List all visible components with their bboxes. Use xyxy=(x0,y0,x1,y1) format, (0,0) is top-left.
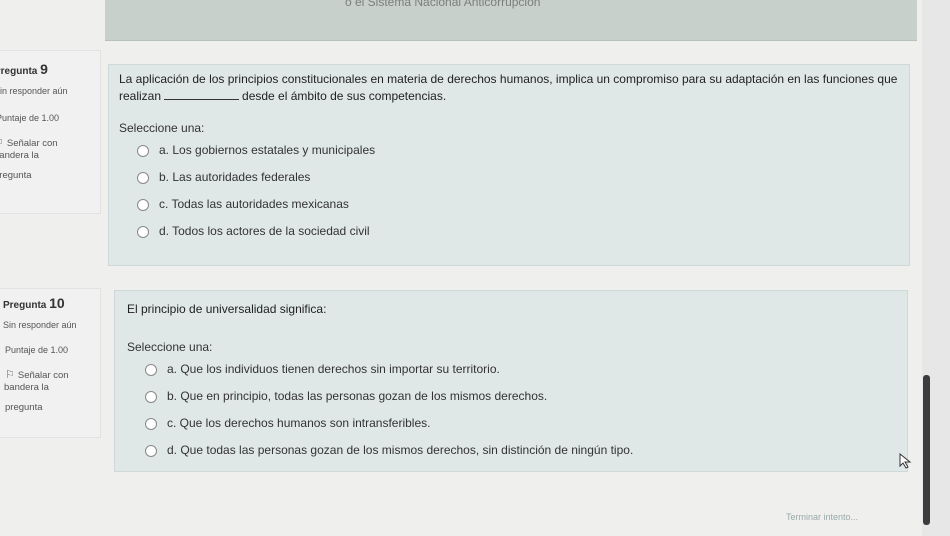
question-score: Puntaje de 1.00 xyxy=(0,112,60,123)
radio-button[interactable] xyxy=(137,145,149,158)
select-label: Seleccione una: xyxy=(127,340,213,355)
option-b[interactable]: b. Que en principio, todas las personas … xyxy=(145,383,895,410)
flag-question-link[interactable]: ⚐Señalar con bandera la pregunta xyxy=(0,136,100,183)
option-a[interactable]: a. Los gobiernos estatales y municipales xyxy=(137,137,899,164)
option-d[interactable]: d. Todos los actores de la sociedad civi… xyxy=(137,218,899,245)
radio-button[interactable] xyxy=(137,226,149,239)
question-text: El principio de universalidad significa: xyxy=(127,302,327,316)
radio-button[interactable] xyxy=(137,199,149,212)
radio-button[interactable] xyxy=(137,172,149,185)
question-10-info: Pregunta 10 Sin responder aún Puntaje de… xyxy=(0,288,101,438)
option-b[interactable]: b. Las autoridades federales xyxy=(137,164,899,191)
option-a[interactable]: a. Que los individuos tienen derechos si… xyxy=(145,356,895,383)
option-d[interactable]: d. Que todas las personas gozan de los m… xyxy=(145,437,895,464)
question-10-card: El principio de universalidad significa:… xyxy=(114,290,908,472)
question-label: Pregunta xyxy=(3,300,47,311)
option-c[interactable]: c. Que los derechos humanos son intransf… xyxy=(145,410,895,437)
question-9-info: Pregunta 9 Sin responder aún Puntaje de … xyxy=(0,50,101,214)
flag-question-link[interactable]: ⚐Señalar con bandera la pregunta xyxy=(4,368,100,415)
radio-button[interactable] xyxy=(145,445,157,458)
option-c[interactable]: c. Todas las autoridades mexicanas xyxy=(137,191,899,218)
flag-icon: ⚐ xyxy=(5,368,15,381)
question-label: Pregunta xyxy=(0,66,38,77)
previous-question-strip: o el Sistema Nacional Anticorrupción xyxy=(105,0,917,41)
radio-button[interactable] xyxy=(145,391,157,404)
finish-attempt-link[interactable]: Terminar intento... xyxy=(786,512,858,522)
question-status: Sin responder aún xyxy=(0,86,68,96)
question-number: 9 xyxy=(40,61,48,77)
question-status: Sin responder aún xyxy=(3,320,77,330)
select-label: Seleccione una: xyxy=(119,121,205,136)
flag-icon: ⚐ xyxy=(0,136,4,151)
scrollbar-thumb[interactable] xyxy=(923,375,930,525)
header-title: o el Sistema Nacional Anticorrupción xyxy=(345,0,541,9)
radio-button[interactable] xyxy=(145,418,157,431)
question-number: 10 xyxy=(49,295,65,311)
answer-blank xyxy=(164,99,240,101)
question-text: La aplicación de los principios constitu… xyxy=(119,72,898,104)
question-9-card: La aplicación de los principios constitu… xyxy=(108,64,910,266)
question-score: Puntaje de 1.00 xyxy=(5,344,69,355)
mouse-cursor-icon xyxy=(899,453,912,469)
radio-button[interactable] xyxy=(145,364,157,377)
